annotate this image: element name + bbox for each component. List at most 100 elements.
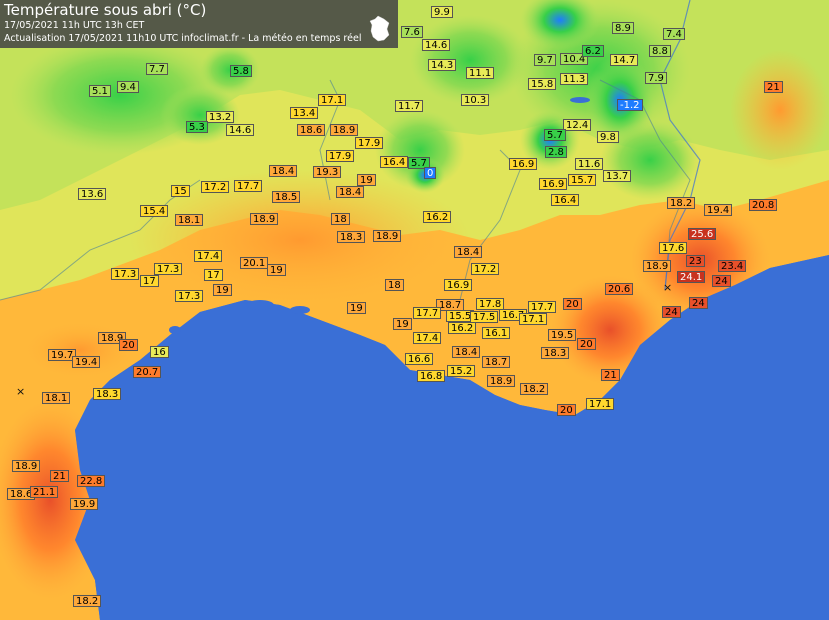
station-temperature: 17.1 <box>318 94 347 106</box>
station-temperature: 17.3 <box>154 263 183 275</box>
station-temperature: 20 <box>577 338 596 350</box>
station-temperature: 11.7 <box>395 100 424 112</box>
station-temperature: 18 <box>385 279 404 291</box>
station-temperature: 17.1 <box>586 398 615 410</box>
station-temperature: 20 <box>557 404 576 416</box>
station-temperature: 21.1 <box>30 486 59 498</box>
station-temperature: 19 <box>347 302 366 314</box>
station-temperature: 11.1 <box>466 67 495 79</box>
station-temperature: 17.9 <box>355 137 384 149</box>
station-temperature: 18.2 <box>520 383 549 395</box>
station-temperature: 16.9 <box>444 279 473 291</box>
station-temperature: 16.1 <box>482 327 511 339</box>
station-temperature: 16 <box>150 346 169 358</box>
station-temperature: 18.6 <box>297 124 326 136</box>
station-temperature: 14.6 <box>422 39 451 51</box>
station-temperature: 19.9 <box>70 498 99 510</box>
station-temperature: 9.8 <box>597 131 619 143</box>
update-info: Actualisation 17/05/2021 11h10 UTC infoc… <box>4 33 362 44</box>
station-temperature: 17 <box>140 275 159 287</box>
station-temperature: 18.4 <box>454 246 483 258</box>
station-temperature: 5.8 <box>230 65 252 77</box>
station-temperature: 20.8 <box>749 199 778 211</box>
station-temperature: 9.7 <box>534 54 556 66</box>
station-temperature: 15.2 <box>447 365 476 377</box>
station-temperature: 13.2 <box>206 111 235 123</box>
station-temperature: 14.6 <box>226 124 255 136</box>
station-temperature: 17.7 <box>234 180 263 192</box>
station-temperature: 18.3 <box>541 347 570 359</box>
station-temperature: 22.8 <box>77 475 106 487</box>
station-temperature: 24 <box>662 306 681 318</box>
station-temperature: 12.4 <box>563 119 592 131</box>
station-temperature: 18.9 <box>643 260 672 272</box>
station-temperature: 18.9 <box>487 375 516 387</box>
station-temperature: 17 <box>204 269 223 281</box>
station-temperature: 24.1 <box>677 271 706 283</box>
observation-time: 17/05/2021 11h UTC 13h CET <box>4 20 145 31</box>
station-temperature: 5.3 <box>186 121 208 133</box>
city-marker-icon: × <box>16 385 26 398</box>
city-marker-icon: × <box>663 281 673 294</box>
station-temperature: 19 <box>393 318 412 330</box>
france-map-icon <box>369 15 390 42</box>
station-temperature: 14.7 <box>610 54 639 66</box>
station-temperature: 18.9 <box>330 124 359 136</box>
station-temperature: 18.9 <box>12 460 41 472</box>
station-temperature: 23.4 <box>718 260 747 272</box>
station-temperature: 11.6 <box>575 158 604 170</box>
station-temperature: 9.4 <box>117 81 139 93</box>
station-temperature: 19.3 <box>313 166 342 178</box>
station-temperature: 17.9 <box>326 150 355 162</box>
station-temperature: 18 <box>331 213 350 225</box>
temperature-map: Température sous abri (°C) 17/05/2021 11… <box>0 0 829 620</box>
station-temperature: 19 <box>357 174 376 186</box>
station-temperature: 17.1 <box>519 313 548 325</box>
station-temperature: 20 <box>119 339 138 351</box>
station-temperature: 14.3 <box>428 59 457 71</box>
station-temperature: 17.6 <box>659 242 688 254</box>
station-temperature: 19 <box>213 284 232 296</box>
station-temperature: 2.8 <box>545 146 567 158</box>
station-temperature: 13.7 <box>603 170 632 182</box>
station-temperature: 18.9 <box>250 213 279 225</box>
station-temperature: 18.4 <box>269 165 298 177</box>
station-temperature: 18.1 <box>175 214 204 226</box>
station-temperature: 5.7 <box>544 129 566 141</box>
map-header: Température sous abri (°C) 17/05/2021 11… <box>0 0 398 48</box>
station-temperature: 15.7 <box>568 174 597 186</box>
station-temperature: 15.8 <box>528 78 557 90</box>
station-temperature: 19.4 <box>704 204 733 216</box>
station-temperature: 7.7 <box>146 63 168 75</box>
station-temperature: 0 <box>424 167 437 179</box>
station-temperature: 18.4 <box>336 186 365 198</box>
station-temperature: 18.2 <box>667 197 696 209</box>
station-temperature: 17.4 <box>413 332 442 344</box>
station-temperature: 16.8 <box>417 370 446 382</box>
station-temperature: 18.1 <box>42 392 71 404</box>
station-temperature: 17.3 <box>175 290 204 302</box>
station-temperature: 16.9 <box>509 158 538 170</box>
station-temperature: -1.2 <box>617 99 643 111</box>
station-temperature: 16.2 <box>448 322 477 334</box>
station-temperature: 21 <box>50 470 69 482</box>
station-temperature: 21 <box>764 81 783 93</box>
station-temperature: 18.4 <box>452 346 481 358</box>
station-temperature: 8.9 <box>612 22 634 34</box>
station-temperature: 6.2 <box>582 45 604 57</box>
station-temperature: 7.9 <box>645 72 667 84</box>
station-temperature: 17.4 <box>194 250 223 262</box>
station-temperature: 18.2 <box>73 595 102 607</box>
station-temperature: 5.1 <box>89 85 111 97</box>
station-temperature: 18.9 <box>373 230 402 242</box>
station-temperature: 16.4 <box>380 156 409 168</box>
map-title: Température sous abri (°C) <box>4 1 207 19</box>
station-temperature: 18.3 <box>337 231 366 243</box>
station-temperature: 7.6 <box>401 26 423 38</box>
station-temperature: 18.5 <box>272 191 301 203</box>
station-temperature: 11.3 <box>560 73 589 85</box>
station-temperature: 8.8 <box>649 45 671 57</box>
station-temperature: 16.6 <box>405 353 434 365</box>
station-temperature: 13.6 <box>78 188 107 200</box>
station-temperature: 20.7 <box>133 366 162 378</box>
